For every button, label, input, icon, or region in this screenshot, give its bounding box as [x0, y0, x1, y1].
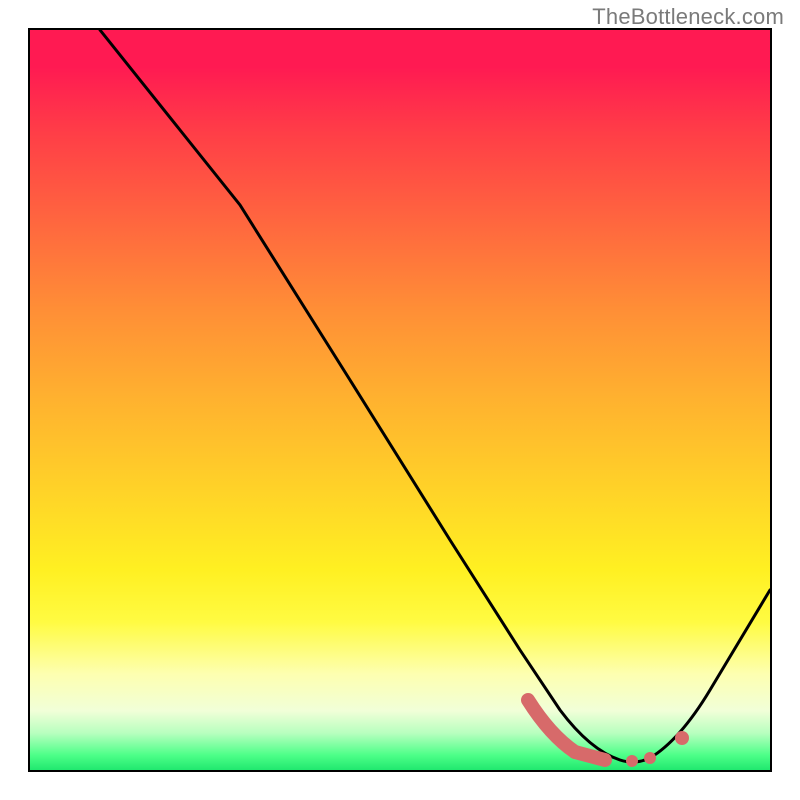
- highlight-dot: [644, 752, 656, 764]
- highlight-dot: [675, 731, 689, 745]
- chart-root: { "watermark": "TheBottleneck.com", "cha…: [0, 0, 800, 800]
- plot-frame: [28, 28, 772, 772]
- main-curve: [100, 30, 770, 762]
- watermark-text: TheBottleneck.com: [592, 4, 784, 30]
- highlight-left: [528, 700, 575, 752]
- curve-overlay: [30, 30, 770, 770]
- highlight-bottom: [575, 752, 605, 760]
- highlight-dot: [626, 755, 638, 767]
